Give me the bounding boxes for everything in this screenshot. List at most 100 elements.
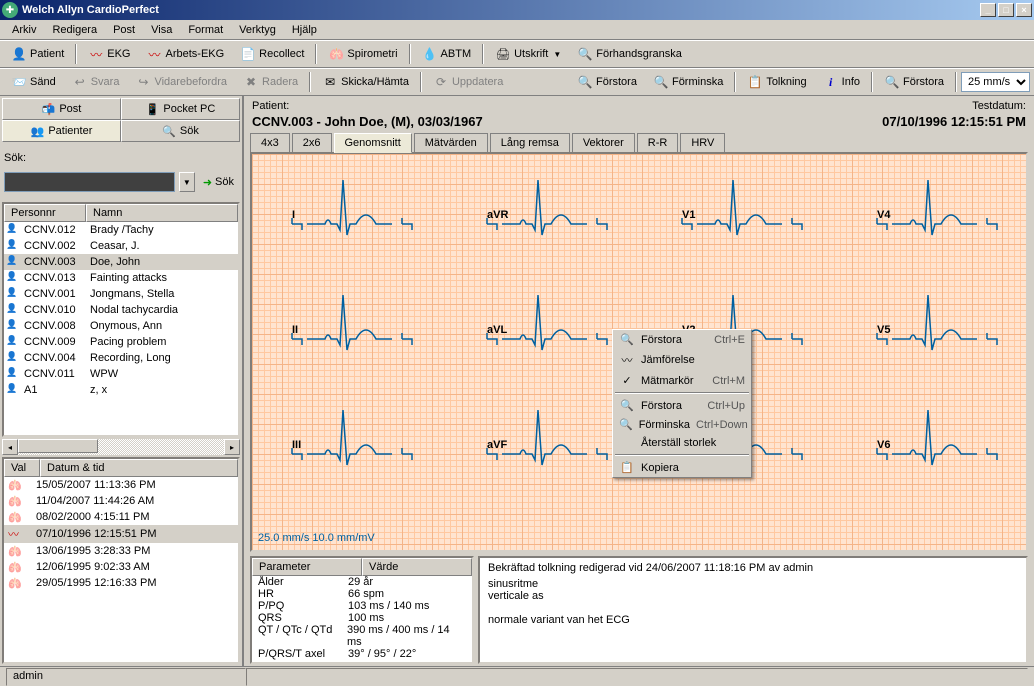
spirometri-button[interactable]: 🫁Spirometri [321, 43, 404, 65]
patient-row[interactable]: 👤 CCNV.009 Pacing problem [4, 334, 238, 350]
test-row[interactable]: 🫁 15/05/2007 11:13:36 PM [4, 477, 238, 493]
nav-pocket[interactable]: 📱Pocket PC [121, 98, 240, 120]
search-dropdown[interactable]: ▼ [179, 172, 195, 192]
uppdatera-button[interactable]: ⟳Uppdatera [426, 71, 510, 93]
close-button[interactable]: × [1016, 3, 1032, 17]
radera-button[interactable]: ✖Radera [236, 71, 305, 93]
tab-hrv[interactable]: HRV [680, 133, 725, 152]
context-menu-item[interactable]: 🔍 Förstora Ctrl+E [613, 330, 751, 349]
tab-vektorer[interactable]: Vektorer [572, 133, 635, 152]
forminska-button[interactable]: 🔍Förminska [646, 71, 730, 93]
test-row[interactable]: 〰 07/10/1996 12:15:51 PM [4, 525, 238, 543]
title-bar: ✚ Welch Allyn CardioPerfect _ □ × [0, 0, 1034, 20]
abtm-button[interactable]: 💧ABTM [415, 43, 479, 65]
patient-row[interactable]: 👤 CCNV.003 Doe, John [4, 254, 238, 270]
context-menu-item[interactable]: 🔍 Förstora Ctrl+Up [613, 396, 751, 415]
ctx-label: Förminska [639, 419, 690, 431]
ekg-button[interactable]: 〰EKG [81, 43, 137, 65]
param-row: P/PQ 103 ms / 140 ms [252, 600, 472, 612]
test-row[interactable]: 🫁 11/04/2007 11:44:26 AM [4, 493, 238, 509]
tab-matvarden[interactable]: Mätvärden [414, 133, 488, 152]
menu-post[interactable]: Post [105, 22, 143, 38]
patient-row[interactable]: 👤 CCNV.004 Recording, Long [4, 350, 238, 366]
param-value: 103 ms / 140 ms [348, 600, 429, 612]
context-menu-item[interactable]: ✓ Mätmarkör Ctrl+M [613, 371, 751, 390]
tab-lang-remsa[interactable]: Lång remsa [490, 133, 570, 152]
context-menu-item[interactable]: 🔍 Förminska Ctrl+Down [613, 415, 751, 434]
menu-hjalp[interactable]: Hjälp [284, 22, 325, 38]
tab-rr[interactable]: R-R [637, 133, 679, 152]
tolkning-button[interactable]: 📋Tolkning [740, 71, 813, 93]
context-menu-item[interactable]: 📋 Kopiera [613, 458, 751, 477]
arbets-ekg-button[interactable]: 〰Arbets-EKG [139, 43, 231, 65]
skicka-button[interactable]: ✉Skicka/Hämta [315, 71, 416, 93]
ecg-lead-wave [292, 295, 412, 350]
ctx-label: Återställ storlek [641, 437, 739, 449]
param-row: P/QRS/T axel 39° / 95° / 22° [252, 648, 472, 660]
test-row[interactable]: 🫁 12/06/1995 9:02:33 AM [4, 559, 238, 575]
menu-redigera[interactable]: Redigera [44, 22, 105, 38]
context-menu-item[interactable]: Återställ storlek [613, 434, 751, 452]
param-name: QT / QTc / QTd [258, 624, 347, 648]
patient-button[interactable]: 👤Patient [4, 43, 71, 65]
test-row[interactable]: 🫁 29/05/1995 12:16:33 PM [4, 575, 238, 591]
vidare-button[interactable]: ↪Vidarebefordra [128, 71, 234, 93]
interpretation-title: Bekräftad tolkning redigerad vid 24/06/2… [488, 562, 1018, 574]
header-personnr[interactable]: Personnr [4, 204, 86, 222]
nav-post[interactable]: 📬Post [2, 98, 121, 120]
patient-row-icon: 👤 [6, 303, 20, 317]
param-value: 66 spm [348, 588, 384, 600]
patient-row[interactable]: 👤 CCNV.008 Onymous, Ann [4, 318, 238, 334]
ecg-lead-label: V6 [877, 439, 890, 451]
send-icon: 📨 [11, 74, 27, 90]
param-row: Ålder 29 år [252, 576, 472, 588]
patient-row[interactable]: 👤 CCNV.012 Brady /Tachy [4, 222, 238, 238]
scale-select[interactable]: 25 mm/s [961, 72, 1030, 92]
patient-row[interactable]: 👤 CCNV.011 WPW [4, 366, 238, 382]
ecg-view[interactable]: IaVRV1V4IIaVLV2V5IIIaVFV3V6 25.0 mm/s 10… [250, 152, 1028, 552]
maximize-button[interactable]: □ [998, 3, 1014, 17]
patient-row[interactable]: 👤 CCNV.013 Fainting attacks [4, 270, 238, 286]
header-namn[interactable]: Namn [86, 204, 238, 222]
sand-button[interactable]: 📨Sänd [4, 71, 63, 93]
info-button[interactable]: iInfo [816, 71, 867, 93]
interpretation-line: sinusritme [488, 578, 1018, 590]
menu-format[interactable]: Format [180, 22, 231, 38]
search-input[interactable] [4, 172, 175, 192]
svara-button[interactable]: ↩Svara [65, 71, 127, 93]
test-row[interactable]: 🫁 08/02/2000 4:15:11 PM [4, 509, 238, 525]
patient-row[interactable]: 👤 CCNV.001 Jongmans, Stella [4, 286, 238, 302]
forstora2-button[interactable]: 🔍Förstora [877, 71, 951, 93]
ecg-lead-wave [292, 180, 412, 235]
menu-arkiv[interactable]: Arkiv [4, 22, 44, 38]
interpretation-panel: Bekräftad tolkning redigerad vid 24/06/2… [478, 556, 1028, 664]
nav-sok[interactable]: 🔍Sök [121, 120, 240, 142]
recollect-button[interactable]: 📄Recollect [233, 43, 311, 65]
tab-4x3[interactable]: 4x3 [250, 133, 290, 152]
header-val[interactable]: Val [4, 459, 40, 477]
header-parameter[interactable]: Parameter [252, 558, 362, 576]
forstora-button[interactable]: 🔍Förstora [570, 71, 644, 93]
patient-scrollbar[interactable]: ◂ ▸ [2, 439, 240, 455]
patient-row[interactable]: 👤 A1 z, x [4, 382, 238, 398]
menu-verktyg[interactable]: Verktyg [231, 22, 284, 38]
preview-button[interactable]: 🔍Förhandsgranska [570, 43, 689, 65]
tab-genomsnitt[interactable]: Genomsnitt [334, 133, 412, 153]
search-button[interactable]: ➜Sök [199, 174, 238, 191]
tab-2x6[interactable]: 2x6 [292, 133, 332, 152]
test-row[interactable]: 🫁 13/06/1995 3:28:33 PM [4, 543, 238, 559]
utskrift-button[interactable]: 🖨Utskrift▼ [488, 43, 568, 65]
test-list: Val Datum & tid 🫁 15/05/2007 11:13:36 PM… [2, 457, 240, 664]
minimize-button[interactable]: _ [980, 3, 996, 17]
header-varde[interactable]: Värde [362, 558, 472, 576]
patient-row[interactable]: 👤 CCNV.010 Nodal tachycardia [4, 302, 238, 318]
ecg-lead-wave [682, 180, 802, 235]
ecg-lead-label: II [292, 324, 298, 336]
mail-icon: 📬 [42, 103, 56, 116]
context-menu-item[interactable]: 〰 Jämförelse [613, 349, 751, 371]
header-date[interactable]: Datum & tid [40, 459, 238, 477]
nav-patienter[interactable]: 👥Patienter [2, 120, 121, 142]
patient-row[interactable]: 👤 CCNV.002 Ceasar, J. [4, 238, 238, 254]
menu-visa[interactable]: Visa [143, 22, 180, 38]
ecg-lead-label: V4 [877, 209, 891, 221]
